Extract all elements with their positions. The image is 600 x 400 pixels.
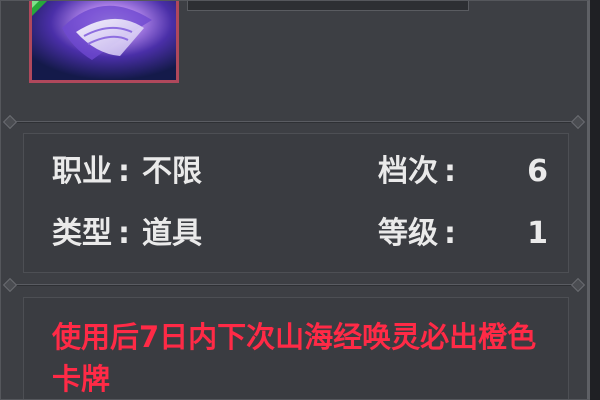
- section-divider: [2, 114, 586, 130]
- divider-node-icon: [570, 114, 586, 130]
- purple-scroll-card-icon: [32, 1, 176, 80]
- level-label: 等级: [378, 216, 438, 251]
- type-label: 类型: [52, 216, 112, 251]
- profession-value: 不限: [142, 154, 202, 189]
- section-divider: [2, 277, 586, 293]
- level-separator: :: [444, 216, 456, 251]
- profession-separator: :: [118, 154, 130, 189]
- profession-label: 职业: [52, 154, 112, 189]
- item-description: 使用后7日内下次山海经唤灵必出橙色卡牌: [52, 320, 537, 396]
- stats-panel: 职业 : 不限 类型 : 道具 档次 : 6 等级 : 1: [23, 133, 569, 273]
- level-value: 1: [527, 216, 548, 251]
- divider-node-icon: [570, 277, 586, 293]
- divider-node-icon: [2, 114, 18, 130]
- type-separator: :: [118, 216, 130, 251]
- item-tooltip: 职业 : 不限 类型 : 道具 档次 : 6 等级 : 1 使用后7日内下次山海…: [0, 0, 590, 400]
- description-panel: 使用后7日内下次山海经唤灵必出橙色卡牌: [23, 297, 569, 399]
- divider-node-icon: [2, 277, 18, 293]
- tier-value: 6: [527, 154, 548, 189]
- type-value: 道具: [142, 216, 202, 251]
- item-name-bar: [187, 1, 469, 11]
- item-icon-frame[interactable]: [29, 1, 179, 83]
- tier-separator: :: [444, 154, 456, 189]
- tier-label: 档次: [378, 154, 438, 189]
